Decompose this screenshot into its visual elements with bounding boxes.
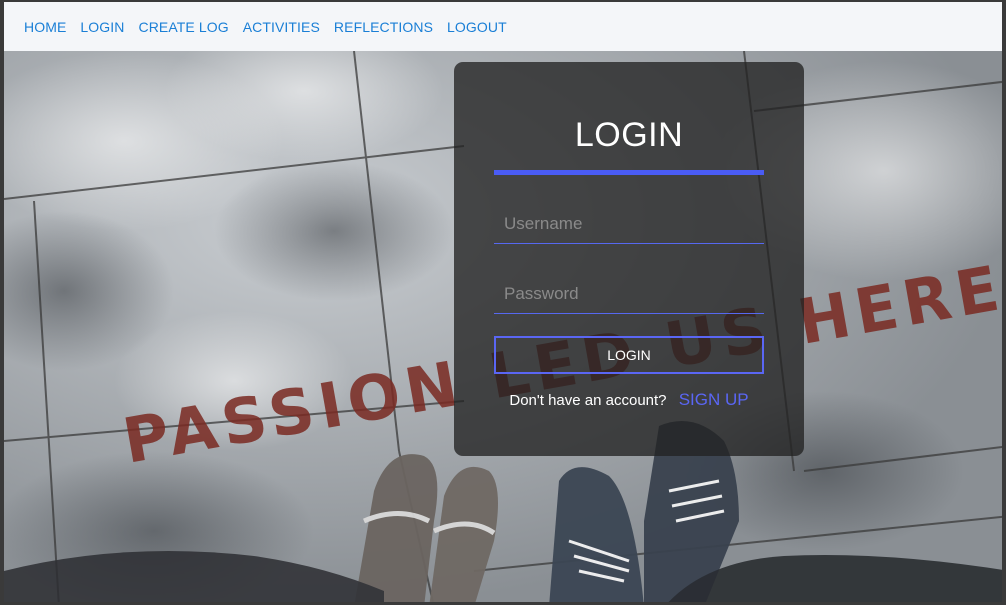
signup-link[interactable]: SIGN UP (679, 390, 749, 409)
nav-reflections-link[interactable]: REFLECTIONS (334, 19, 433, 35)
login-button[interactable]: LOGIN (494, 336, 764, 374)
nav-home-link[interactable]: HOME (24, 19, 66, 35)
title-underline (494, 170, 764, 175)
nav-create-log-link[interactable]: CREATE LOG (138, 19, 228, 35)
password-input[interactable] (494, 274, 764, 314)
login-card: LOGIN LOGIN Don't have an account? SIGN … (454, 62, 804, 456)
app-window: HOME LOGIN CREATE LOG ACTIVITIES REFLECT… (0, 0, 1006, 605)
login-title: LOGIN (574, 116, 684, 154)
nav-login-link[interactable]: LOGIN (80, 19, 124, 35)
nav-activities-link[interactable]: ACTIVITIES (243, 19, 320, 35)
top-navbar: HOME LOGIN CREATE LOG ACTIVITIES REFLECT… (4, 2, 1002, 51)
username-input[interactable] (494, 204, 764, 244)
signup-row: Don't have an account? SIGN UP (454, 390, 804, 410)
signup-prompt: Don't have an account? (509, 392, 667, 409)
nav-logout-link[interactable]: LOGOUT (447, 19, 507, 35)
